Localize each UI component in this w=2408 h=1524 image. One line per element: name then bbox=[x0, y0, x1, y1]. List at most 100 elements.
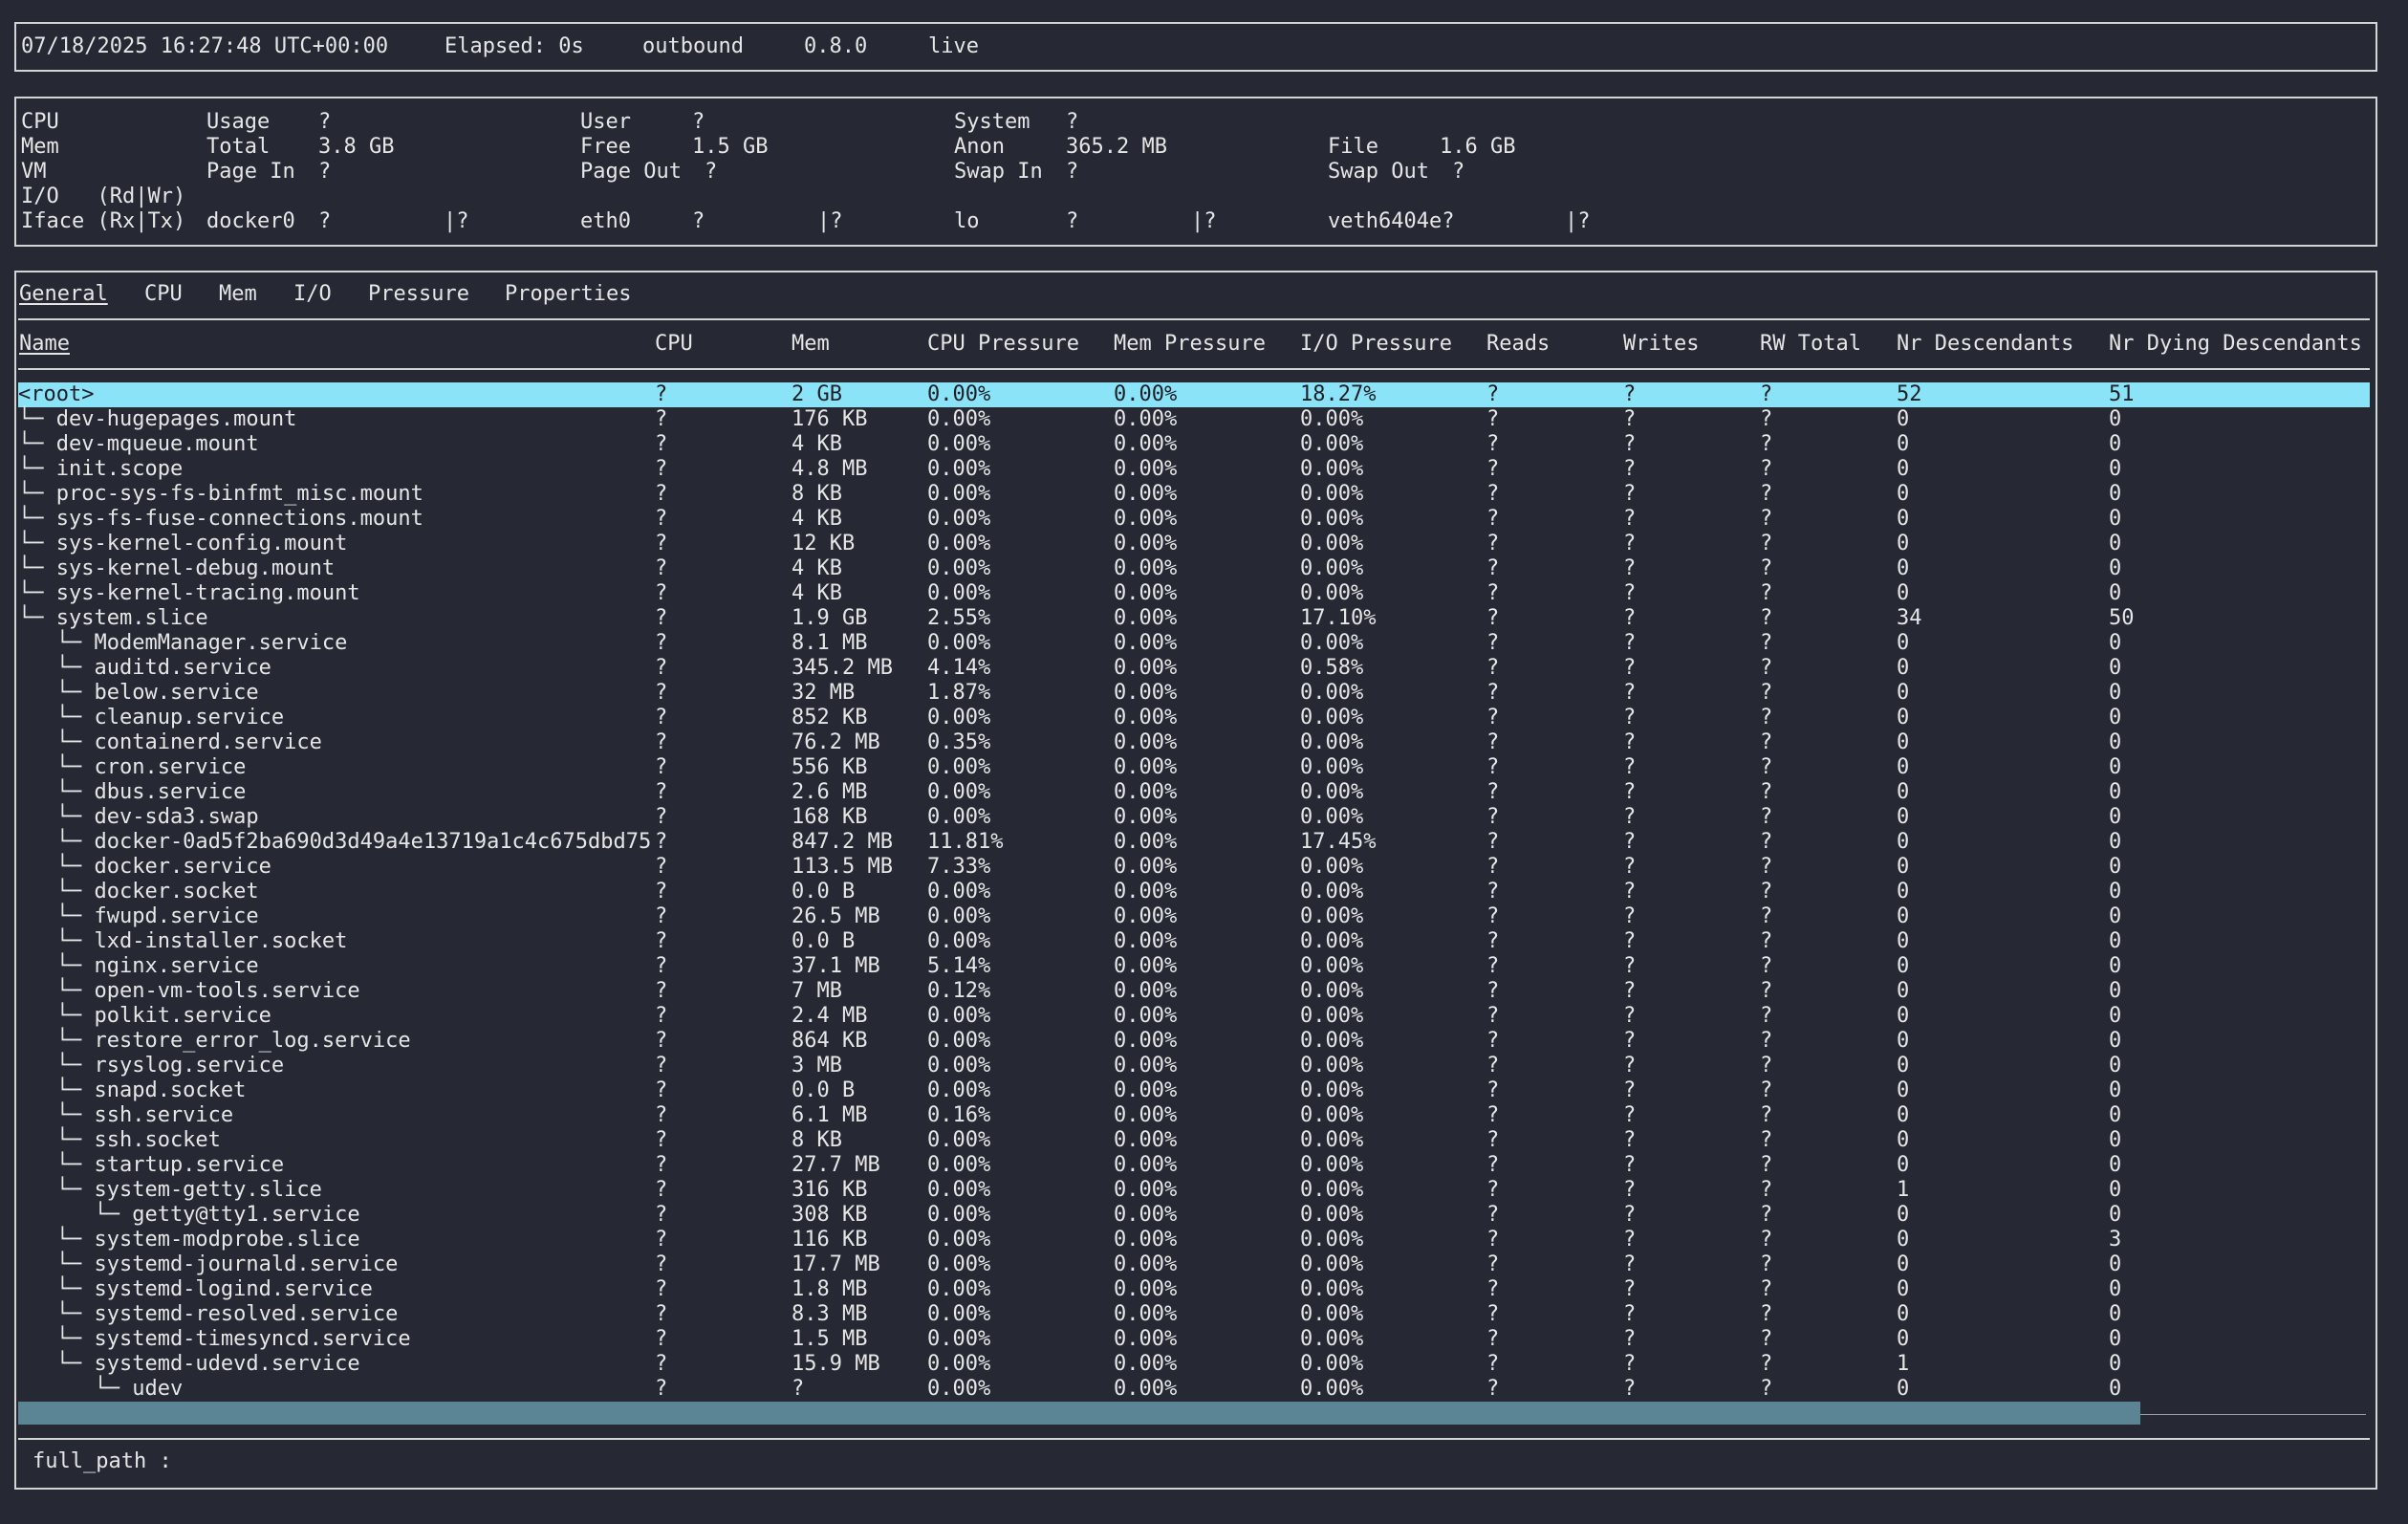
cell-nr-dying-descendants: 0 bbox=[2109, 1327, 2122, 1351]
table-row[interactable]: └─ lxd-installer.socket? 0.0 B 0.00% 0.00% 0… bbox=[18, 929, 2370, 954]
cell-reads: ? bbox=[1486, 1228, 1500, 1252]
table-row[interactable]: └─ restore_error_log.service? 864 KB 0.00%… bbox=[18, 1029, 2370, 1054]
table-row[interactable]: └─ init.scope? 4.8 MB 0.00% 0.00% 0.00%??? 0 0 bbox=[18, 457, 2370, 482]
cell-io-pressure: 0.00% bbox=[1300, 457, 1364, 481]
tab-general[interactable]: General bbox=[19, 282, 108, 307]
cell-mem-pressure: 0.00% bbox=[1114, 1103, 1178, 1127]
table-row[interactable]: └─ snapd.socket? 0.0 B 0.00% 0.00% 0.00%??? 0… bbox=[18, 1078, 2370, 1103]
cell-mem: 113.5 MB bbox=[792, 855, 893, 879]
table-row[interactable]: └─ system.slice? 1.9 GB 2.55% 0.00% 17.10%??… bbox=[18, 606, 2370, 631]
vm-pageout-label: Page Out bbox=[580, 160, 682, 184]
cell-writes: ? bbox=[1623, 606, 1637, 630]
table-row[interactable]: └─ cron.service? 556 KB 0.00% 0.00% 0.00%???… bbox=[18, 755, 2370, 780]
cell-writes: ? bbox=[1623, 954, 1637, 978]
column-header-io-pressure[interactable]: I/O Pressure bbox=[1300, 332, 1452, 357]
cell-mem-pressure: 0.00% bbox=[1114, 407, 1178, 431]
table-row[interactable]: └─ fwupd.service? 26.5 MB 0.00% 0.00% 0.00%?… bbox=[18, 904, 2370, 929]
tab-io[interactable]: I/O bbox=[293, 282, 332, 307]
cell-name: └─ open-vm-tools.service bbox=[18, 979, 360, 1003]
cell-cpu-pressure: 0.00% bbox=[927, 1128, 991, 1152]
table-row[interactable]: └─ polkit.service? 2.4 MB 0.00% 0.00% 0.00%?… bbox=[18, 1004, 2370, 1029]
table-row[interactable]: └─ udev?? 0.00% 0.00% 0.00%??? 0 0 bbox=[18, 1377, 2370, 1402]
table-row[interactable]: └─ ssh.socket? 8 KB 0.00% 0.00% 0.00%??? 0 0 bbox=[18, 1128, 2370, 1153]
cell-cpu: ? bbox=[655, 1302, 668, 1326]
table-row[interactable]: └─ docker.socket? 0.0 B 0.00% 0.00% 0.00%???… bbox=[18, 880, 2370, 904]
table-row[interactable]: └─ auditd.service? 345.2 MB 4.14% 0.00% 0.58… bbox=[18, 656, 2370, 681]
cell-mem: 852 KB bbox=[792, 706, 868, 729]
table-row[interactable]: └─ sys-kernel-tracing.mount? 4 KB 0.00% 0.0… bbox=[18, 581, 2370, 606]
cell-io-pressure: 0.00% bbox=[1300, 1054, 1364, 1078]
column-header-nr-dying-descendants[interactable]: Nr Dying Descendants bbox=[2109, 332, 2362, 357]
cell-name: <root> bbox=[18, 382, 95, 406]
table-row[interactable]: └─ startup.service? 27.7 MB 0.00% 0.00% 0.00… bbox=[18, 1153, 2370, 1178]
column-header-cpu-pressure[interactable]: CPU Pressure bbox=[927, 332, 1079, 357]
table-row[interactable]: └─ systemd-journald.service? 17.7 MB 0.00%… bbox=[18, 1252, 2370, 1277]
table-row[interactable]: └─ cleanup.service? 852 KB 0.00% 0.00% 0.00%… bbox=[18, 706, 2370, 730]
cell-writes: ? bbox=[1623, 457, 1637, 481]
cell-cpu: ? bbox=[655, 556, 668, 580]
column-header-nr-descendants[interactable]: Nr Descendants bbox=[1897, 332, 2073, 357]
cell-rw-total: ? bbox=[1760, 407, 1773, 431]
iface-label: Iface (Rx|Tx) bbox=[21, 209, 186, 233]
cell-writes: ? bbox=[1623, 755, 1637, 779]
column-header-rw-total[interactable]: RW Total bbox=[1760, 332, 1861, 357]
tab-cpu[interactable]: CPU bbox=[144, 282, 183, 307]
cell-io-pressure: 0.00% bbox=[1300, 1228, 1364, 1252]
table-row[interactable]: └─ docker.service? 113.5 MB 7.33% 0.00% 0.00… bbox=[18, 855, 2370, 880]
cell-cpu: ? bbox=[655, 1277, 668, 1301]
cell-writes: ? bbox=[1623, 730, 1637, 754]
scrollbar-thumb[interactable] bbox=[18, 1402, 2140, 1425]
table-row[interactable]: └─ docker-0ad5f2ba690d3d49a4e13719a1c4c6… bbox=[18, 830, 2370, 855]
table-row[interactable]: └─ containerd.service? 76.2 MB 0.35% 0.00% 0… bbox=[18, 730, 2370, 755]
cell-io-pressure: 0.00% bbox=[1300, 1078, 1364, 1102]
table-row[interactable]: <root>? 2 GB 0.00% 0.00% 18.27%??? 52 51 bbox=[18, 382, 2370, 407]
table-row[interactable]: └─ dev-mqueue.mount? 4 KB 0.00% 0.00% 0.00%?… bbox=[18, 432, 2370, 457]
cell-nr-descendants: 0 bbox=[1897, 457, 1910, 481]
tab-pressure[interactable]: Pressure bbox=[368, 282, 469, 307]
cell-mem-pressure: 0.00% bbox=[1114, 1054, 1178, 1078]
table-row[interactable]: └─ system-modprobe.slice? 116 KB 0.00% 0.00… bbox=[18, 1228, 2370, 1252]
column-header-name[interactable]: Name bbox=[19, 332, 70, 357]
cell-writes: ? bbox=[1623, 1178, 1637, 1202]
table-row[interactable]: └─ ssh.service? 6.1 MB 0.16% 0.00% 0.00%??? 0… bbox=[18, 1103, 2370, 1128]
cell-name: └─ system.slice bbox=[18, 606, 208, 630]
table-row[interactable]: └─ system-getty.slice? 316 KB 0.00% 0.00% 0.… bbox=[18, 1178, 2370, 1203]
table-row[interactable]: └─ sys-fs-fuse-connections.mount? 4 KB 0.0… bbox=[18, 507, 2370, 532]
cell-rw-total: ? bbox=[1760, 1377, 1773, 1401]
table-row[interactable]: └─ rsyslog.service? 3 MB 0.00% 0.00% 0.00%??… bbox=[18, 1054, 2370, 1078]
table-row[interactable]: └─ systemd-resolved.service? 8.3 MB 0.00% 0… bbox=[18, 1302, 2370, 1327]
cell-cpu-pressure: 0.00% bbox=[927, 1004, 991, 1028]
table-row[interactable]: └─ systemd-timesyncd.service? 1.5 MB 0.00%… bbox=[18, 1327, 2370, 1352]
tab-mem[interactable]: Mem bbox=[219, 282, 257, 307]
table-row[interactable]: └─ systemd-udevd.service? 15.9 MB 0.00% 0.0… bbox=[18, 1352, 2370, 1377]
column-header-mem[interactable]: Mem bbox=[792, 332, 830, 357]
mem-file-value: 1.6 GB bbox=[1440, 135, 1516, 159]
table-row[interactable]: └─ sys-kernel-debug.mount? 4 KB 0.00% 0.00%… bbox=[18, 556, 2370, 581]
column-header-reads[interactable]: Reads bbox=[1486, 332, 1550, 357]
table-row[interactable]: └─ below.service? 32 MB 1.87% 0.00% 0.00%???… bbox=[18, 681, 2370, 706]
vm-pageout-value: ? bbox=[705, 160, 718, 184]
table-row[interactable]: └─ proc-sys-fs-binfmt_misc.mount? 8 KB 0.0… bbox=[18, 482, 2370, 507]
table-row[interactable]: └─ ModemManager.service? 8.1 MB 0.00% 0.00%… bbox=[18, 631, 2370, 656]
io-label: I/O (Rd|Wr) bbox=[21, 185, 186, 208]
cell-cpu-pressure: 11.81% bbox=[927, 830, 1004, 854]
cell-mem-pressure: 0.00% bbox=[1114, 382, 1178, 406]
column-header-mem-pressure[interactable]: Mem Pressure bbox=[1114, 332, 1266, 357]
table-row[interactable]: └─ getty@tty1.service? 308 KB 0.00% 0.00% 0.… bbox=[18, 1203, 2370, 1228]
column-header-writes[interactable]: Writes bbox=[1623, 332, 1699, 357]
cell-mem: ? bbox=[792, 1377, 805, 1401]
table-row[interactable]: └─ systemd-logind.service? 1.8 MB 0.00% 0.0… bbox=[18, 1277, 2370, 1302]
table-row[interactable]: └─ sys-kernel-config.mount? 12 KB 0.00% 0.0… bbox=[18, 532, 2370, 556]
table-row[interactable]: └─ open-vm-tools.service? 7 MB 0.12% 0.00% 0… bbox=[18, 979, 2370, 1004]
cell-writes: ? bbox=[1623, 1203, 1637, 1227]
column-header-cpu[interactable]: CPU bbox=[655, 332, 693, 357]
table-row[interactable]: └─ dev-hugepages.mount? 176 KB 0.00% 0.00% 0… bbox=[18, 407, 2370, 432]
iface-tx: |? bbox=[817, 209, 843, 233]
table-row[interactable]: └─ nginx.service? 37.1 MB 5.14% 0.00% 0.00%?… bbox=[18, 954, 2370, 979]
tab-properties[interactable]: Properties bbox=[505, 282, 631, 307]
cell-nr-dying-descendants: 0 bbox=[2109, 1103, 2122, 1127]
table-row[interactable]: └─ dev-sda3.swap? 168 KB 0.00% 0.00% 0.00%??… bbox=[18, 805, 2370, 830]
cell-cpu-pressure: 5.14% bbox=[927, 954, 991, 978]
table-row[interactable]: └─ dbus.service? 2.6 MB 0.00% 0.00% 0.00%???… bbox=[18, 780, 2370, 805]
cell-rw-total: ? bbox=[1760, 1352, 1773, 1376]
